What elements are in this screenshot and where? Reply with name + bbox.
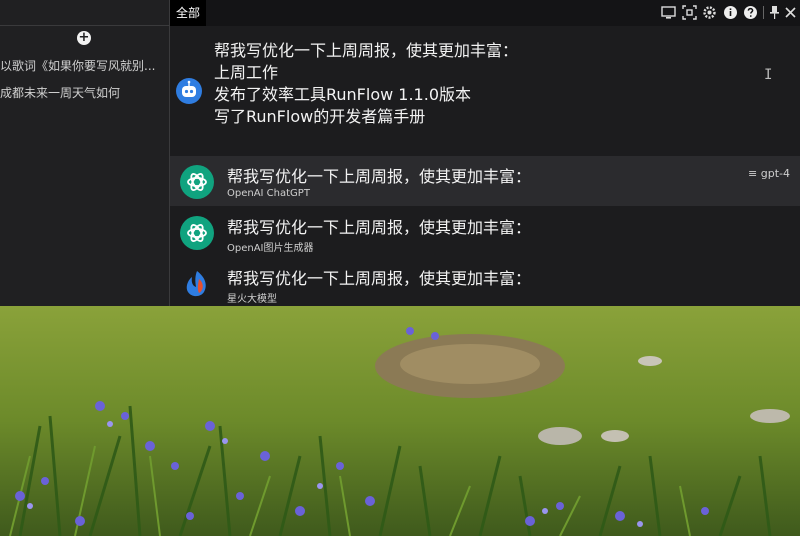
plus-circle-icon: + [78,30,90,45]
pin-icon[interactable] [767,5,782,20]
close-icon[interactable] [783,5,798,20]
model-badge: ≡ gpt-4 [748,167,790,180]
prompt-text[interactable]: 帮我写优化一下上周周报，使其更加丰富： 上周工作 发布了效率工具RunFlow … [214,40,518,128]
toolbar-divider [763,6,764,19]
help-icon[interactable] [743,5,758,20]
prompt-input-area[interactable]: 帮我写优化一下上周周报，使其更加丰富： 上周工作 发布了效率工具RunFlow … [170,26,800,150]
openai-icon [180,216,214,250]
suggestion-title: 帮我写优化一下上周周报，使其更加丰富： [227,269,532,288]
suggestion-subtitle: OpenAI ChatGPT [227,188,310,199]
spark-icon [180,267,214,301]
robot-icon [176,78,202,104]
history-item[interactable]: 以歌词《如果你要写风就别... [0,57,169,74]
desktop-wallpaper [0,306,800,536]
info-icon[interactable] [723,5,738,20]
monitor-icon[interactable] [661,5,676,20]
suggestion-item-chatgpt[interactable]: 帮我写优化一下上周周报，使其更加丰富： OpenAI ChatGPT ≡ gpt… [170,156,800,206]
suggestion-title: 帮我写优化一下上周周报，使其更加丰富： [227,167,532,186]
suggestion-item-spark[interactable]: 帮我写优化一下上周周报，使其更加丰富： 星火大模型 [170,258,800,306]
gear-icon[interactable] [702,5,717,20]
main-panel: 全部 帮我写优化一下上周周报，使其更加丰富： 上周工作 发布了效率工具RunFl… [170,0,800,306]
app-window: + 以歌词《如果你要写风就别... 成都未来一周天气如何 全部 帮我写优化一下上… [0,0,800,306]
divider [0,25,169,26]
suggestion-subtitle: OpenAI图片生成器 [227,243,314,254]
top-toolbar: 全部 [170,0,800,27]
history-item[interactable]: 成都未来一周天气如何 [0,84,169,101]
suggestion-subtitle: 星火大模型 [227,294,277,305]
sidebar: + 以歌词《如果你要写风就别... 成都未来一周天气如何 [0,0,170,306]
tab-all[interactable]: 全部 [170,0,207,26]
suggestion-item-image-generator[interactable]: 帮我写优化一下上周周报，使其更加丰富： OpenAI图片生成器 [170,207,800,257]
meadow-image [0,306,800,536]
text-cursor-icon: I [764,67,773,83]
scan-icon[interactable] [682,5,697,20]
openai-icon [180,165,214,199]
suggestion-title: 帮我写优化一下上周周报，使其更加丰富： [227,218,532,237]
new-chat-button[interactable]: + [77,31,91,45]
